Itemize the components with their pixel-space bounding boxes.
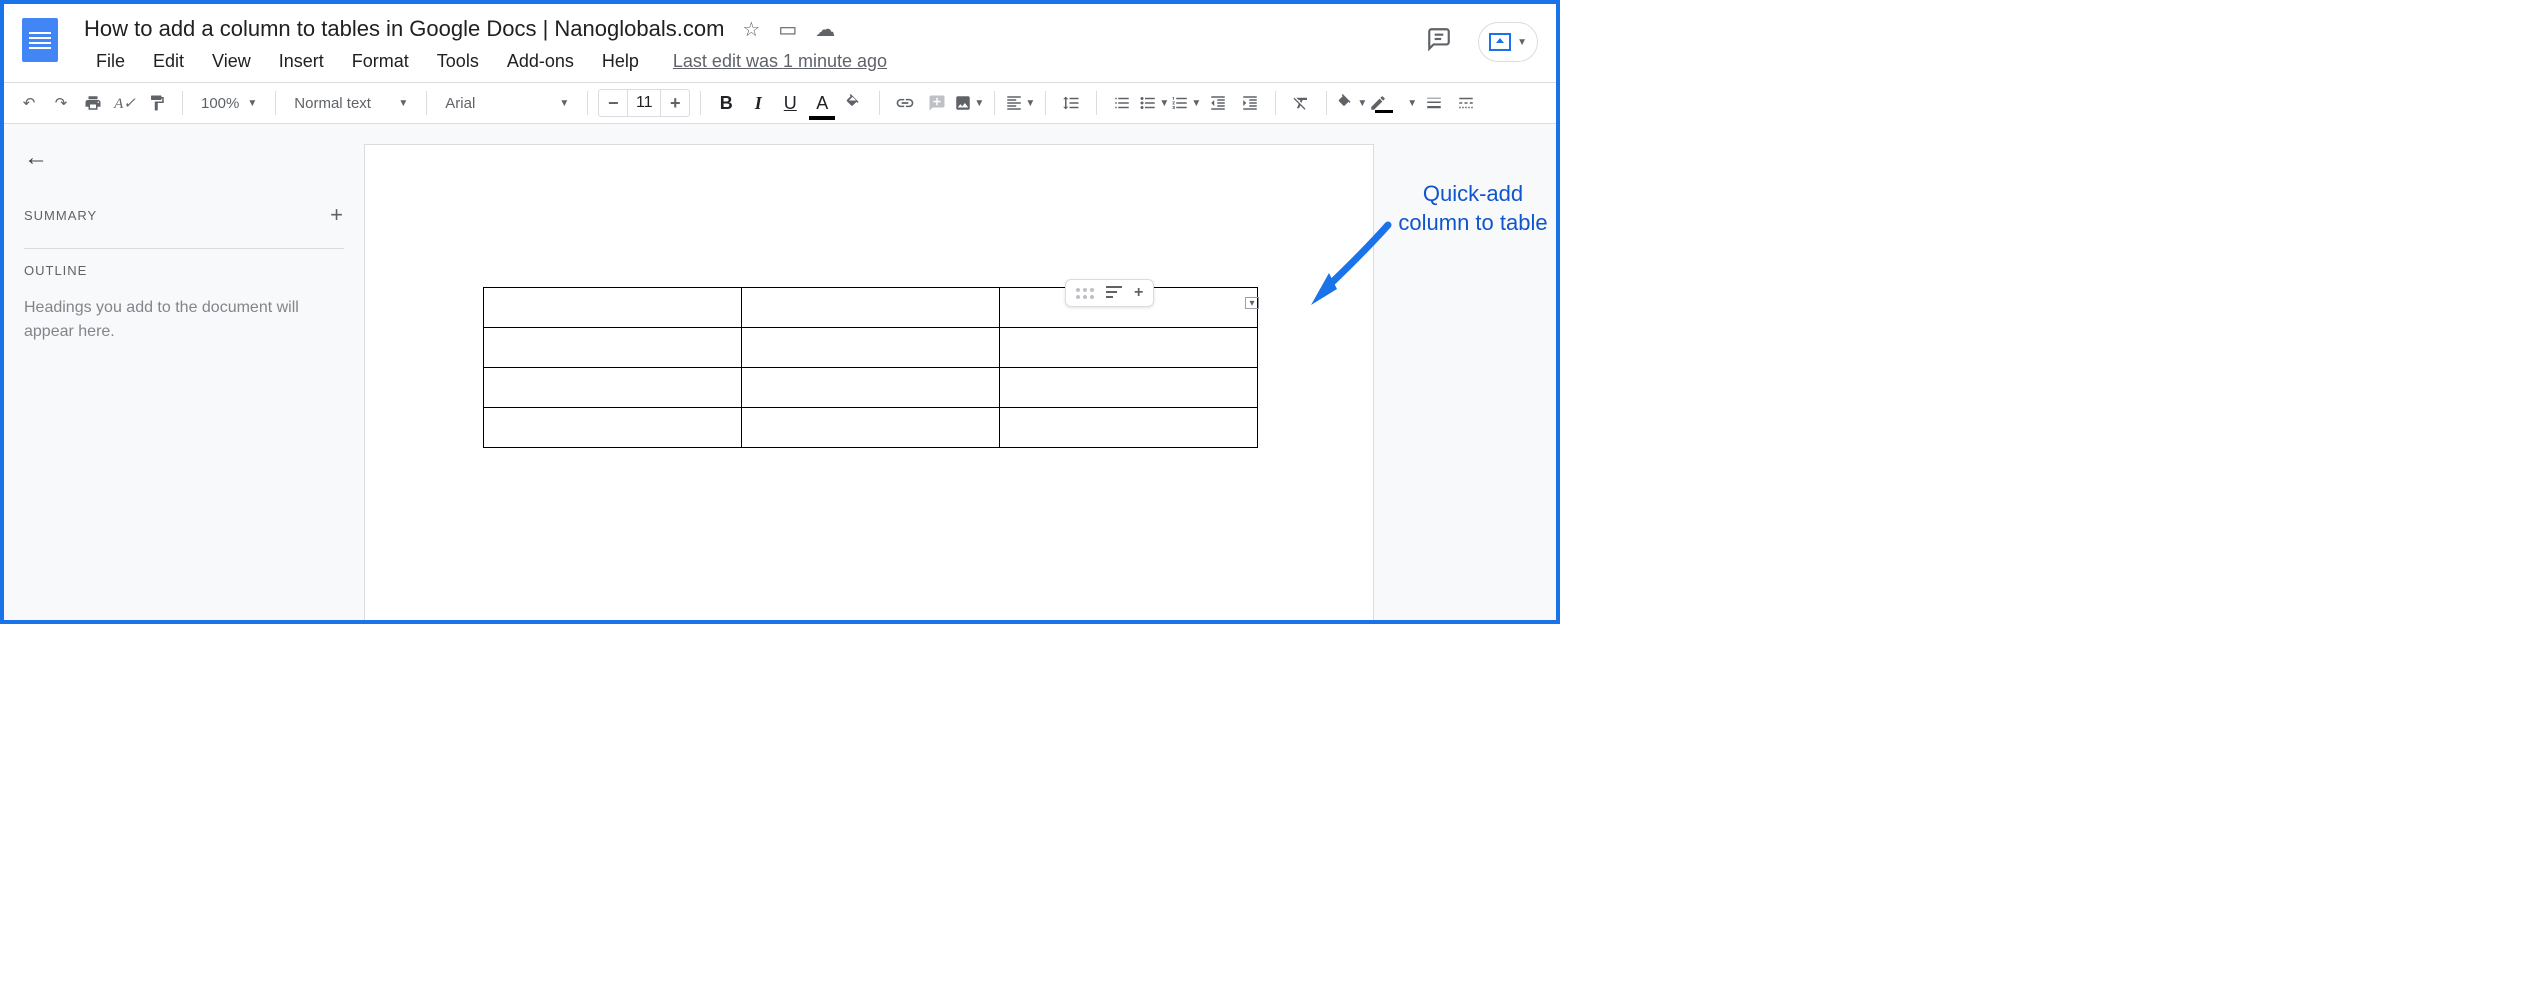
star-icon[interactable]: ☆ — [742, 17, 760, 42]
font-size-decrease[interactable]: − — [599, 93, 627, 114]
outline-sidebar: ← SUMMARY + OUTLINE Headings you add to … — [4, 124, 364, 620]
zoom-select[interactable]: 100%▼ — [193, 88, 265, 118]
menu-view[interactable]: View — [200, 47, 263, 76]
menu-format[interactable]: Format — [340, 47, 421, 76]
insert-link-button[interactable] — [890, 88, 920, 118]
sort-icon[interactable] — [1106, 285, 1122, 301]
drag-grip-icon[interactable] — [1076, 288, 1094, 299]
last-edit-link[interactable]: Last edit was 1 minute ago — [673, 47, 887, 76]
table-options-caret[interactable]: ▾ — [1245, 297, 1259, 309]
document-title[interactable]: How to add a column to tables in Google … — [84, 16, 724, 42]
decrease-indent-button[interactable] — [1203, 88, 1233, 118]
annotation-label: Quick-add column to table — [1393, 180, 1553, 237]
add-column-icon[interactable]: + — [1134, 284, 1143, 302]
menu-edit[interactable]: Edit — [141, 47, 196, 76]
toolbar: ↶ ↷ A✓ 100%▼ Normal text▼ Arial▼ − 11 + … — [4, 82, 1556, 124]
text-color-button[interactable]: A — [807, 88, 837, 118]
chevron-down-icon: ▼ — [1517, 37, 1527, 48]
add-summary-button[interactable]: + — [330, 202, 344, 228]
bold-button[interactable]: B — [711, 88, 741, 118]
table-row[interactable] — [484, 408, 1258, 448]
cloud-saved-icon: ☁ — [815, 17, 835, 42]
move-icon[interactable]: ▭ — [778, 17, 797, 42]
print-button[interactable] — [78, 88, 108, 118]
menu-file[interactable]: File — [84, 47, 137, 76]
menu-tools[interactable]: Tools — [425, 47, 491, 76]
google-docs-icon[interactable] — [22, 18, 58, 62]
paint-format-button[interactable] — [142, 88, 172, 118]
align-button[interactable]: ▼ — [1005, 88, 1035, 118]
font-size-value[interactable]: 11 — [627, 90, 661, 116]
collapse-outline-button[interactable]: ← — [24, 144, 344, 172]
border-width-button[interactable] — [1419, 88, 1449, 118]
clear-formatting-button[interactable] — [1286, 88, 1316, 118]
outline-label: OUTLINE — [24, 263, 344, 278]
numbered-list-button[interactable]: ▼ — [1171, 88, 1201, 118]
paragraph-style-select[interactable]: Normal text▼ — [286, 88, 416, 118]
menu-addons[interactable]: Add-ons — [495, 47, 586, 76]
italic-button[interactable]: I — [743, 88, 773, 118]
font-select[interactable]: Arial▼ — [437, 88, 577, 118]
undo-button[interactable]: ↶ — [14, 88, 44, 118]
background-color-button[interactable]: ▼ — [1337, 88, 1367, 118]
insert-comment-button[interactable] — [922, 88, 952, 118]
font-size-stepper[interactable]: − 11 + — [598, 89, 690, 117]
increase-indent-button[interactable] — [1235, 88, 1265, 118]
highlight-color-button[interactable] — [839, 88, 869, 118]
sidebar-divider — [24, 248, 344, 249]
border-dash-button[interactable] — [1451, 88, 1481, 118]
font-size-increase[interactable]: + — [661, 93, 689, 114]
bullet-list-button[interactable]: ▼ — [1139, 88, 1169, 118]
insert-image-button[interactable]: ▼ — [954, 88, 984, 118]
annotation-arrow-icon — [1293, 213, 1403, 323]
menu-bar: File Edit View Insert Format Tools Add-o… — [84, 46, 1426, 76]
redo-button[interactable]: ↷ — [46, 88, 76, 118]
checklist-button[interactable] — [1107, 88, 1137, 118]
outline-placeholder: Headings you add to the document will ap… — [24, 296, 344, 344]
document-page[interactable]: + ▾ Quick-add column to table — [364, 144, 1374, 620]
menu-insert[interactable]: Insert — [267, 47, 336, 76]
underline-button[interactable]: U — [775, 88, 805, 118]
border-color-button[interactable]: ▼ — [1369, 88, 1417, 118]
document-table[interactable] — [483, 287, 1258, 448]
line-spacing-button[interactable] — [1056, 88, 1086, 118]
comment-history-icon[interactable] — [1426, 26, 1452, 59]
table-row[interactable] — [484, 368, 1258, 408]
table-row[interactable] — [484, 328, 1258, 368]
column-quick-add-handle[interactable]: + — [1065, 279, 1154, 307]
share-present-button[interactable]: ▼ — [1478, 22, 1538, 62]
spellcheck-button[interactable]: A✓ — [110, 88, 140, 118]
summary-label: SUMMARY — [24, 208, 97, 223]
menu-help[interactable]: Help — [590, 47, 651, 76]
